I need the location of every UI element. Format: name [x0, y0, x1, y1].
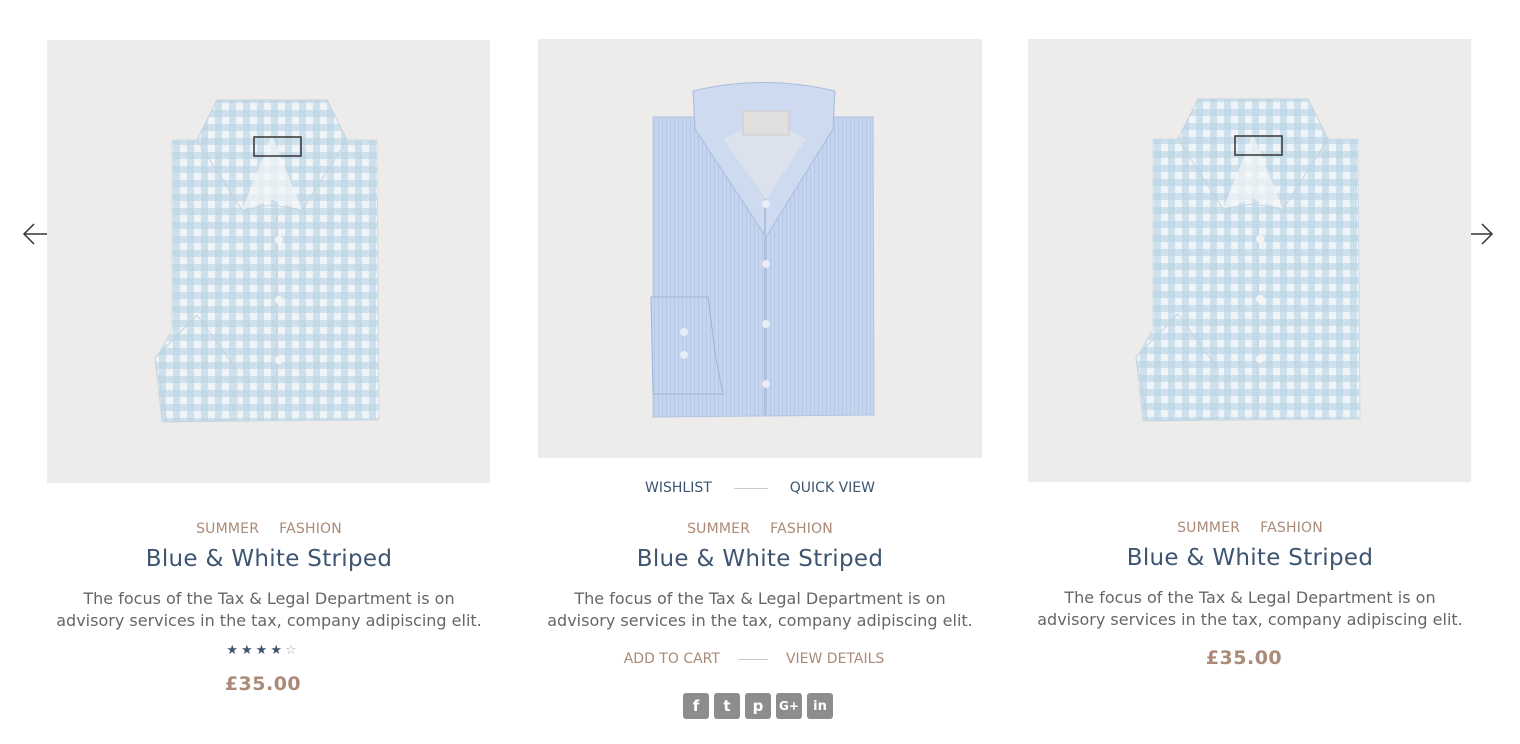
star-empty-icon: ☆	[284, 643, 300, 658]
product-title[interactable]: Blue & White Striped	[1028, 545, 1472, 571]
description-line: The focus of the Tax & Legal Department …	[574, 589, 946, 608]
product-title[interactable]: Blue & White Striped	[538, 546, 982, 572]
category-link[interactable]: FASHION	[279, 521, 342, 537]
twitter-icon[interactable]: t	[714, 693, 740, 719]
product-description: The focus of the Tax & Legal Department …	[538, 588, 982, 632]
product-description: The focus of the Tax & Legal Department …	[1028, 587, 1472, 631]
gingham-shirt-image	[47, 40, 490, 483]
product-hover-actions: WISHLIST QUICK VIEW	[538, 480, 982, 496]
wishlist-link[interactable]: WISHLIST	[645, 480, 712, 496]
quick-view-link[interactable]: QUICK VIEW	[790, 480, 875, 496]
star-filled-icon: ★	[241, 643, 256, 658]
divider	[733, 487, 768, 489]
striped-shirt-image	[538, 39, 982, 458]
star-filled-icon: ★	[255, 643, 271, 658]
product-price: £35.00	[224, 673, 302, 695]
category-link[interactable]: FASHION	[1260, 520, 1323, 536]
product-image[interactable]	[1028, 39, 1471, 482]
description-line: advisory services in the tax, company ad…	[56, 611, 482, 630]
star-filled-icon: ★	[270, 643, 285, 658]
product-price: £35.00	[1205, 647, 1283, 669]
add-to-cart-button[interactable]: ADD TO CART	[624, 651, 720, 667]
product-image[interactable]	[538, 39, 982, 458]
description-line: advisory services in the tax, company ad…	[1037, 610, 1463, 629]
google-plus-icon[interactable]: G+	[776, 693, 802, 719]
product-categories: SUMMER FASHION	[538, 521, 982, 537]
product-categories: SUMMER FASHION	[47, 521, 491, 537]
divider	[737, 658, 768, 660]
view-details-button[interactable]: VIEW DETAILS	[786, 651, 884, 667]
social-share: f t p G+ in	[536, 693, 980, 719]
description-line: advisory services in the tax, company ad…	[547, 611, 973, 630]
facebook-icon[interactable]: f	[683, 693, 709, 719]
product-categories: SUMMER FASHION	[1028, 520, 1472, 536]
rating-stars: ★★★★☆	[41, 643, 485, 658]
product-cart-actions: ADD TO CART VIEW DETAILS	[532, 651, 976, 667]
product-image[interactable]	[47, 40, 490, 483]
pinterest-icon[interactable]: p	[745, 693, 771, 719]
linkedin-icon[interactable]: in	[807, 693, 833, 719]
product-title[interactable]: Blue & White Striped	[47, 546, 491, 572]
star-filled-icon: ★	[226, 643, 242, 658]
product-description: The focus of the Tax & Legal Department …	[47, 588, 491, 632]
description-line: The focus of the Tax & Legal Department …	[1064, 588, 1436, 607]
category-link[interactable]: FASHION	[770, 521, 833, 537]
category-link[interactable]: SUMMER	[196, 521, 259, 537]
description-line: The focus of the Tax & Legal Department …	[83, 589, 455, 608]
category-link[interactable]: SUMMER	[687, 521, 750, 537]
gingham-shirt-image	[1028, 39, 1471, 482]
category-link[interactable]: SUMMER	[1177, 520, 1240, 536]
